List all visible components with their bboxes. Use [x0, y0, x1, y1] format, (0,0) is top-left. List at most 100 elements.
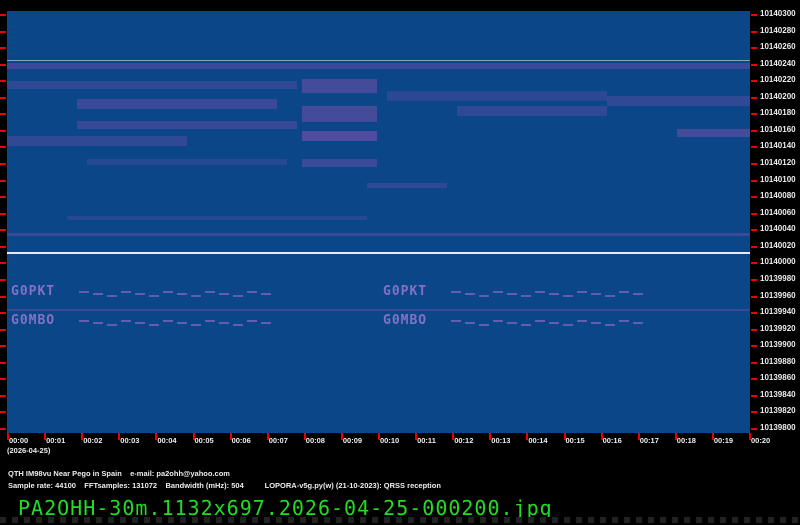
signal-dash [205, 319, 215, 322]
left-tick [0, 63, 6, 66]
noise-band [302, 106, 377, 122]
signal-dash [605, 323, 615, 326]
signal-dash [135, 292, 145, 295]
y-tick-label: 10140040 [760, 224, 796, 234]
x-tick-label: 00:06 [231, 436, 251, 445]
y-tick [751, 96, 757, 99]
signal-dash [507, 292, 517, 295]
left-tick [0, 179, 6, 182]
left-tick [0, 30, 6, 33]
y-tick [751, 14, 757, 16]
y-tick-label: 10139840 [760, 389, 796, 399]
left-tick [0, 394, 6, 397]
noise-band [302, 159, 377, 167]
y-tick [751, 312, 757, 315]
y-tick [751, 47, 757, 50]
left-tick [0, 361, 6, 364]
y-tick-label: 10140160 [760, 124, 796, 134]
signal-dash [163, 290, 173, 293]
left-tick [0, 14, 6, 16]
signal-dash [535, 290, 545, 293]
y-tick [751, 361, 757, 364]
receiver-settings: Sample rate: 44100 FFTsamples: 131072 Ba… [8, 481, 441, 490]
signal-dash [121, 319, 131, 322]
y-tick-label: 10139940 [760, 307, 796, 317]
left-tick [0, 47, 6, 50]
x-tick-label: 00:16 [602, 436, 622, 445]
signal-dash [261, 321, 271, 324]
y-tick-label: 10140140 [760, 141, 796, 151]
x-tick-label: 00:15 [565, 436, 585, 445]
signal-dash [479, 323, 489, 326]
signal-dash [149, 323, 159, 326]
signal-callsign: G0MBO [11, 312, 56, 328]
signal-dash [233, 323, 243, 326]
signal-dash [163, 319, 173, 322]
station-info: QTH IM98vu Near Pego in Spain e-mail: pa… [8, 469, 230, 478]
x-tick-label: 00:02 [83, 436, 103, 445]
signal-dash [191, 294, 201, 297]
signal-dash [205, 290, 215, 293]
noise-band [302, 131, 377, 141]
signal-dash [177, 292, 187, 295]
y-tick [751, 278, 757, 281]
y-tick-label: 10140080 [760, 191, 796, 201]
signal-dash [451, 319, 461, 322]
signal-dash [79, 290, 89, 293]
x-tick-label: 00:11 [417, 436, 436, 445]
signal-dash [619, 290, 629, 293]
signal-callsign: G0MBO [383, 312, 428, 328]
left-tick [0, 196, 6, 199]
x-tick-label: 00:00 [9, 436, 29, 445]
signal-dash [219, 292, 229, 295]
y-tick-label: 10140260 [760, 42, 796, 52]
signal-dash [149, 294, 159, 297]
x-tick-label: 00:13 [491, 436, 511, 445]
left-tick [0, 345, 6, 348]
signal-dash [479, 294, 489, 297]
signal-dash [93, 321, 103, 324]
noise-band [77, 99, 277, 109]
signal-row [7, 309, 750, 311]
y-tick [751, 212, 757, 215]
y-tick-label: 10140300 [760, 9, 796, 18]
left-tick [0, 163, 6, 166]
left-tick [0, 295, 6, 298]
y-tick [751, 146, 757, 149]
left-tick [0, 328, 6, 331]
left-tick [0, 80, 6, 83]
signal-callsign: G0PKT [11, 283, 56, 299]
left-tick [0, 411, 6, 414]
y-tick-label: 10140240 [760, 58, 796, 68]
y-tick [751, 129, 757, 132]
x-tick-label: 00:03 [120, 436, 140, 445]
left-tick [0, 129, 6, 132]
signal-dash [577, 319, 587, 322]
x-tick-label: 00:12 [454, 436, 474, 445]
left-tick [0, 96, 6, 99]
signal-dash [233, 294, 243, 297]
left-tick [0, 146, 6, 149]
signal-dash [521, 323, 531, 326]
x-tick-label: 00:20 [751, 436, 771, 445]
noise-band [387, 91, 607, 101]
signal-dash [619, 319, 629, 322]
y-tick-label: 10140060 [760, 207, 796, 217]
noise-band [302, 79, 377, 93]
signal-dash [135, 321, 145, 324]
left-tick [0, 312, 6, 315]
noise-band [77, 121, 297, 129]
noise-band [7, 136, 187, 146]
y-tick-label: 10139800 [760, 423, 796, 432]
signal-dash [549, 292, 559, 295]
y-tick-label: 10139980 [760, 273, 796, 283]
y-tick-label: 10140100 [760, 174, 796, 184]
signal-dash [247, 290, 257, 293]
y-tick-label: 10139820 [760, 406, 796, 416]
y-tick [751, 179, 757, 182]
noise-band [677, 129, 750, 137]
signal-dash [563, 294, 573, 297]
signal-dash [261, 292, 271, 295]
left-tick [0, 278, 6, 281]
dotted-strip [0, 517, 800, 523]
